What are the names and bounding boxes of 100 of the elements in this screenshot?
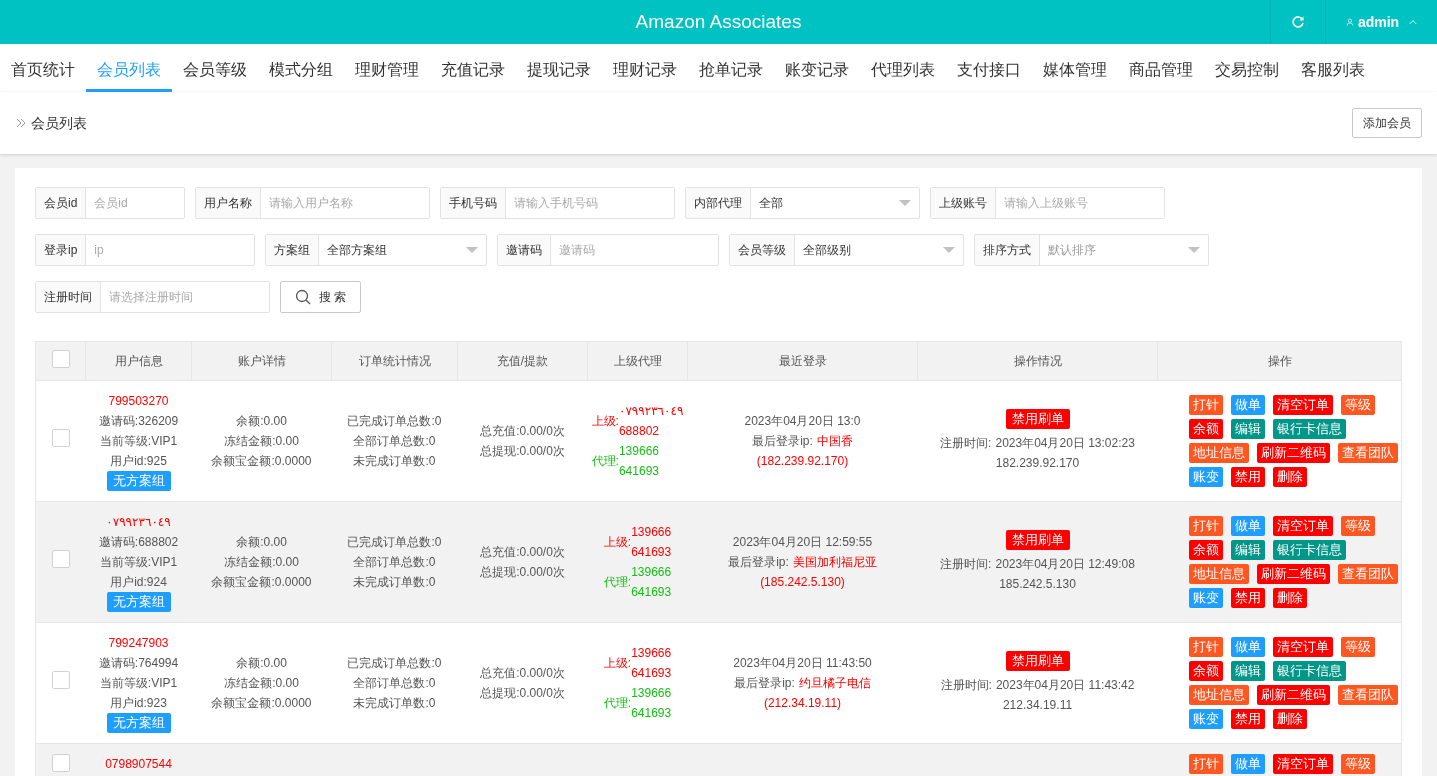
action-button[interactable]: 做单	[1230, 637, 1265, 657]
nav-tab[interactable]: 充值记录	[430, 45, 516, 92]
action-button[interactable]: 编辑	[1230, 661, 1265, 681]
action-button[interactable]: 账变	[1188, 467, 1223, 487]
cell-text: 当前等级:VIP1	[98, 675, 179, 692]
column-header: 充值/提款	[496, 354, 549, 368]
action-button[interactable]: 刷新二维码	[1256, 443, 1330, 463]
action-button[interactable]: 地址信息	[1188, 685, 1249, 705]
action-button[interactable]: 地址信息	[1188, 443, 1249, 463]
action-button[interactable]: 地址信息	[1188, 564, 1249, 584]
action-button[interactable]: 余额	[1188, 419, 1223, 439]
cell-text: 总充值:0.00/0次	[479, 423, 566, 440]
cell-text: 用户id:923	[109, 695, 168, 712]
action-button[interactable]: 等级	[1340, 395, 1375, 415]
input-field[interactable]: 登录ip ip	[35, 234, 255, 266]
select-field[interactable]: 会员等级 全部级别	[729, 234, 964, 266]
action-button[interactable]: 编辑	[1230, 419, 1265, 439]
nav-tab[interactable]: 媒体管理	[1032, 45, 1118, 92]
action-button[interactable]: 银行卡信息	[1272, 419, 1346, 439]
action-button[interactable]: 等级	[1340, 754, 1375, 774]
nav-tab[interactable]: 首页统计	[0, 45, 86, 92]
cell-text: 冻结金额:0.00	[223, 554, 300, 571]
checkbox[interactable]	[51, 754, 70, 772]
column-header: 上级代理	[613, 354, 662, 368]
input-field[interactable]: 上级账号 请输入上级账号	[930, 187, 1165, 219]
action-button[interactable]: 禁用	[1230, 588, 1265, 608]
column-header: 最近登录	[778, 354, 827, 368]
cell-text: 邀请码:326209	[97, 413, 180, 430]
add-member-button[interactable]: 添加会员	[1352, 108, 1422, 138]
select-field[interactable]: 排序方式 默认排序	[974, 234, 1209, 266]
nav-tab[interactable]: 模式分组	[258, 45, 344, 92]
select-field[interactable]: 内部代理 全部	[685, 187, 920, 219]
caret-icon[interactable]	[1409, 18, 1417, 26]
action-button[interactable]: 编辑	[1230, 540, 1265, 560]
input-field[interactable]: 邀请码 邀请码	[497, 234, 719, 266]
action-button[interactable]: 等级	[1340, 637, 1375, 657]
search-button[interactable]: 搜 索	[280, 281, 362, 313]
reg-label: 注册时间:	[940, 436, 992, 450]
action-button[interactable]: 刷新二维码	[1256, 685, 1330, 705]
action-button[interactable]: 清空订单	[1272, 395, 1333, 415]
agent-value: 139666 641693	[618, 443, 659, 480]
select-field[interactable]: 方案组 全部方案组	[265, 234, 487, 266]
action-button[interactable]: 清空订单	[1272, 754, 1333, 774]
nav-tab[interactable]: 理财管理	[344, 45, 430, 92]
ip-label: 最后登录ip:	[728, 555, 789, 569]
input-field[interactable]: 会员id 会员id	[35, 187, 185, 219]
action-button[interactable]: 清空订单	[1272, 516, 1333, 536]
nav-tab[interactable]: 抢单记录	[688, 45, 774, 92]
action-button[interactable]: 打针	[1188, 754, 1223, 774]
input-field[interactable]: 注册时间 请选择注册时间	[35, 281, 270, 313]
action-button[interactable]: 银行卡信息	[1272, 661, 1346, 681]
nav-tab[interactable]: 交易控制	[1204, 45, 1290, 92]
action-button[interactable]: 账变	[1188, 709, 1223, 729]
action-button[interactable]: 查看团队	[1337, 443, 1398, 463]
action-button[interactable]: 查看团队	[1337, 564, 1398, 584]
action-button[interactable]: 余额	[1188, 540, 1223, 560]
action-button[interactable]: 打针	[1188, 637, 1223, 657]
action-button[interactable]: 打针	[1188, 516, 1223, 536]
group-tag: 无方案组	[106, 471, 171, 491]
search-icon	[295, 289, 311, 305]
cell-text: 余额:0.00	[235, 655, 288, 672]
action-button[interactable]: 禁用	[1230, 709, 1265, 729]
action-button[interactable]: 刷新二维码	[1256, 564, 1330, 584]
nav-tab[interactable]: 支付接口	[946, 45, 1032, 92]
checkbox[interactable]	[51, 550, 70, 568]
nav-tab[interactable]: 提现记录	[516, 45, 602, 92]
action-button[interactable]: 余额	[1188, 661, 1223, 681]
action-button[interactable]: 删除	[1272, 467, 1307, 487]
checkbox[interactable]	[51, 429, 70, 447]
action-button[interactable]: 做单	[1230, 395, 1265, 415]
nav-tab[interactable]: 会员等级	[172, 45, 258, 92]
input-field[interactable]: 用户名称 请输入用户名称	[195, 187, 430, 219]
checkbox[interactable]	[51, 349, 70, 368]
checkbox[interactable]	[51, 671, 70, 689]
login-ip: (185.242.5.130)	[759, 574, 846, 591]
action-button[interactable]: 银行卡信息	[1272, 540, 1346, 560]
action-button[interactable]: 查看团队	[1337, 685, 1398, 705]
action-button[interactable]: 删除	[1272, 588, 1307, 608]
nav-tab[interactable]: 账变记录	[774, 45, 860, 92]
user-name[interactable]: admin	[1357, 11, 1400, 33]
nav-tab[interactable]: 理财记录	[602, 45, 688, 92]
action-button[interactable]: 做单	[1230, 754, 1265, 774]
action-button[interactable]: 禁用	[1230, 467, 1265, 487]
action-button[interactable]: 打针	[1188, 395, 1223, 415]
phone-number: 799247903	[107, 635, 170, 652]
reg-ip: 212.34.19.11	[1001, 697, 1074, 714]
action-button[interactable]: 做单	[1230, 516, 1265, 536]
action-button[interactable]: 等级	[1340, 516, 1375, 536]
nav-tab[interactable]: 商品管理	[1118, 45, 1204, 92]
refresh-icon[interactable]	[1291, 15, 1305, 29]
phone-number: 0798907544	[104, 756, 173, 773]
input-field[interactable]: 手机号码 请输入手机号码	[440, 187, 675, 219]
action-button[interactable]: 清空订单	[1272, 637, 1333, 657]
agent-label: 代理:	[603, 574, 632, 591]
action-button[interactable]: 删除	[1272, 709, 1307, 729]
nav-tab[interactable]: 代理列表	[860, 45, 946, 92]
nav-tab[interactable]: 客服列表	[1290, 45, 1376, 92]
action-button[interactable]: 账变	[1188, 588, 1223, 608]
user-icon	[1346, 16, 1354, 28]
login-time: 2023年04月20日 13:0	[743, 413, 862, 430]
